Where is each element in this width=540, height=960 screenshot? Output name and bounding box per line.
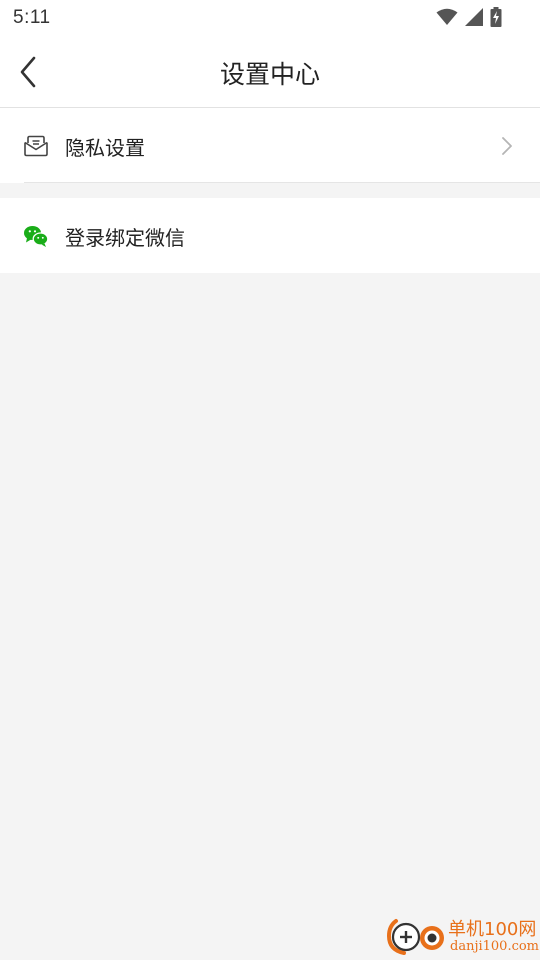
privacy-envelope-icon (24, 135, 48, 157)
wifi-icon (436, 8, 458, 25)
privacy-settings-label: 隐私设置 (65, 136, 145, 160)
row-divider (24, 182, 540, 183)
watermark-url: danji100.com (450, 939, 540, 954)
status-icons (436, 6, 502, 28)
watermark-name: 单机100网 (448, 919, 537, 940)
status-bar: 5:11 (0, 0, 540, 36)
privacy-settings-item[interactable]: 隐私设置 (0, 108, 540, 183)
bind-wechat-item[interactable]: 登录绑定微信 (0, 198, 540, 273)
danji100-logo-icon (386, 919, 444, 955)
battery-charging-icon (490, 7, 502, 27)
page-title: 设置中心 (219, 60, 320, 89)
wechat-icon (24, 226, 49, 247)
chevron-right-icon (502, 137, 512, 155)
status-time: 5:11 (13, 7, 51, 28)
bind-wechat-label: 登录绑定微信 (65, 226, 185, 250)
watermark: 单机100网 danji100.com (386, 914, 540, 958)
cellular-signal-icon (465, 8, 483, 26)
app-bar: 设置中心 (0, 36, 540, 108)
